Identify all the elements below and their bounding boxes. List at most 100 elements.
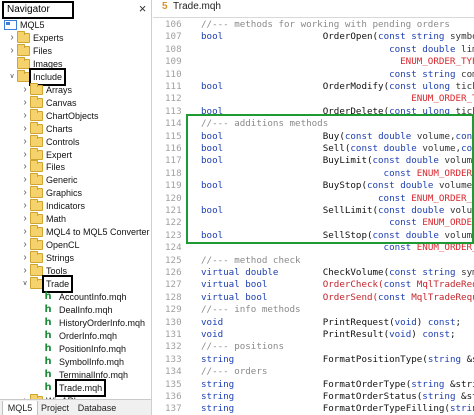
code-line: 132 //--- positions xyxy=(153,340,474,353)
code-token: FormatOrderStatus( xyxy=(322,391,423,402)
code-token: limit, xyxy=(461,44,474,55)
folder-icon xyxy=(30,212,43,224)
folder-icon xyxy=(30,264,43,276)
code-token: &str xyxy=(466,354,474,365)
tab-mql5[interactable]: MQL5 xyxy=(2,401,38,415)
editor-tab[interactable]: 5 Trade.mqh xyxy=(153,0,474,18)
code-token: string xyxy=(427,354,462,365)
code-text: virtual bool OrderCheck(const MqlTradeRe… xyxy=(201,278,474,291)
code-token: string xyxy=(201,391,235,402)
tab-project[interactable]: Project xyxy=(38,401,72,415)
code-token: void xyxy=(389,329,412,340)
tab-database[interactable]: Database xyxy=(74,401,120,415)
code-token: FormatOrderType( xyxy=(322,379,412,390)
code-token: const xyxy=(389,44,417,55)
editor-tab-number: 5 xyxy=(162,1,168,12)
code-text: ENUM_ORDER_TYPE xyxy=(201,92,474,105)
code-token: ticket, xyxy=(455,81,474,92)
folder-icon xyxy=(30,277,43,289)
editor-tab-title: Trade.mqh xyxy=(173,1,221,12)
folder-icon xyxy=(30,96,43,108)
code-token: //--- methods for working with pending o… xyxy=(201,19,450,30)
code-token: PrintRequest( xyxy=(322,317,395,328)
code-token: void xyxy=(394,317,417,328)
code-token: MqlTradeRequest xyxy=(411,292,474,303)
code-token: string xyxy=(201,354,235,365)
code-token: ; xyxy=(455,317,462,328)
code-token: string xyxy=(422,391,456,402)
code-token: FormatOrderTypeFilling( xyxy=(322,403,450,414)
folder-icon xyxy=(30,135,43,147)
code-token: const xyxy=(389,267,417,278)
line-number: 124 xyxy=(165,242,182,253)
mql-folder-icon xyxy=(4,20,17,30)
folder-icon xyxy=(30,173,43,185)
line-number: 129 xyxy=(165,304,182,315)
code-token: ; xyxy=(450,329,456,340)
folder-icon xyxy=(30,199,43,211)
line-number: 117 xyxy=(165,155,182,166)
code-token: strin xyxy=(449,403,474,414)
navigator-tabs: MQL5 Project Database xyxy=(0,399,151,415)
code-token: sym xyxy=(461,267,474,278)
code-text: bool OrderOpen(const string symbol, xyxy=(201,30,474,43)
folder-icon xyxy=(17,70,30,82)
folder-icon xyxy=(30,160,43,172)
code-token: double xyxy=(422,44,456,55)
folder-icon xyxy=(30,122,43,134)
folder-icon xyxy=(30,251,43,263)
code-token: OrderOpen( xyxy=(322,31,379,42)
code-token: const xyxy=(383,279,412,290)
line-number: 107 xyxy=(165,31,182,42)
code-token: comment xyxy=(461,69,474,80)
code-text: //--- orders xyxy=(201,365,267,378)
code-line: 137 string FormatOrderTypeFilling(strin xyxy=(153,402,474,415)
line-number: 119 xyxy=(165,180,182,191)
folder-icon xyxy=(17,57,30,69)
code-token: ENUM_ORDER_TYPE_TIME xyxy=(400,56,474,67)
code-token: const xyxy=(389,81,417,92)
code-token: const xyxy=(427,317,456,328)
code-token: const xyxy=(378,31,406,42)
code-token: virtual double xyxy=(201,267,279,278)
code-token: ENUM_ORDER_TYPE xyxy=(411,93,474,104)
code-token: MqlTradeRequest xyxy=(416,279,474,290)
code-token: bool xyxy=(201,81,224,92)
code-token: string xyxy=(422,267,456,278)
close-icon[interactable]: × xyxy=(136,1,149,16)
code-token: &st xyxy=(461,391,474,402)
folder-icon xyxy=(30,225,43,237)
code-token: void xyxy=(201,317,224,328)
line-number: 109 xyxy=(165,56,182,67)
line-number: 122 xyxy=(165,217,182,228)
code-token: ulong xyxy=(422,81,450,92)
code-token: virtual bool xyxy=(201,292,268,303)
code-token: OrderSend( xyxy=(322,292,379,303)
folder-icon xyxy=(30,186,43,198)
line-number: 112 xyxy=(165,93,182,104)
code-line: 129 //--- info methods xyxy=(153,303,474,316)
code-line: 112 ENUM_ORDER_TYPE xyxy=(153,92,474,105)
code-text: //--- positions xyxy=(201,340,284,353)
folder-icon xyxy=(17,31,30,43)
code-token: symbol, xyxy=(450,31,474,42)
code-text: ENUM_ORDER_TYPE_TIME xyxy=(201,55,474,68)
code-token: bool xyxy=(201,31,224,42)
folder-icon xyxy=(17,44,30,56)
code-token: ) xyxy=(416,317,428,328)
line-number: 114 xyxy=(165,118,182,129)
folder-icon xyxy=(30,109,43,121)
line-number: 134 xyxy=(165,366,182,377)
highlight-box xyxy=(186,114,474,244)
